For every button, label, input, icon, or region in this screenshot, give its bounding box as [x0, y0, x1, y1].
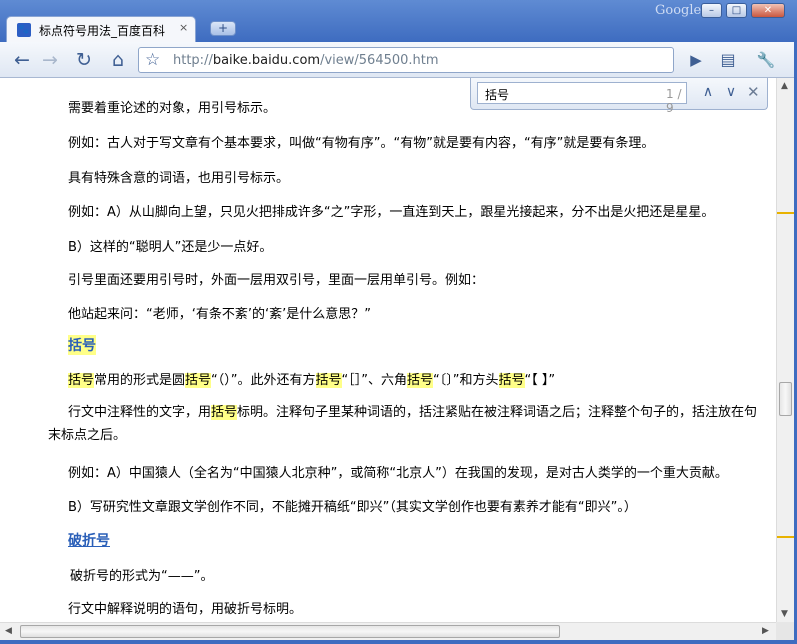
scroll-up-arrow-icon[interactable]: ▲: [781, 81, 788, 91]
url-host: baike.baidu.com: [212, 53, 321, 68]
paragraph: 他站起来问：“老师，‘有条不紊’的‘紊’是什么意思？”: [68, 307, 371, 322]
reload-button[interactable]: ↻: [70, 47, 98, 73]
tab-title: 标点符号用法_百度百科: [39, 24, 166, 38]
paragraph: 需要着重论述的对象，用引号标示。: [68, 101, 277, 116]
vertical-scrollbar[interactable]: ▲ ▼: [776, 78, 794, 622]
url-text[interactable]: http://baike.baidu.com/view/564500.htm: [173, 53, 439, 68]
find-highlight: 括号: [315, 373, 342, 388]
paragraph: B）这样的“聪明人”还是少一点好。: [68, 240, 273, 255]
baidu-paw-icon: 🐾: [17, 23, 31, 37]
go-button[interactable]: ▶: [682, 47, 710, 73]
scroll-left-arrow-icon[interactable]: ◀: [5, 626, 12, 636]
url-scheme: http://: [173, 53, 213, 68]
forward-button[interactable]: →: [36, 47, 64, 73]
find-next-button[interactable]: ∨: [723, 84, 739, 100]
find-highlight: 括号: [211, 405, 238, 420]
paragraph: 行文中解释说明的语句，用破折号标明。: [68, 602, 303, 617]
vertical-scroll-thumb[interactable]: [779, 382, 792, 416]
text-run: “【 】”: [524, 373, 556, 388]
find-bar: 括号 1 / 9 ∧ ∨ ✕: [470, 78, 768, 115]
find-highlight: 括号: [498, 373, 525, 388]
find-match-count: 1 / 9: [666, 87, 682, 115]
find-highlight: 括号: [407, 373, 434, 388]
paragraph: 引号里面还要用引号时，外面一层用双引号，里面一层用单引号。例如：: [68, 273, 485, 288]
find-result-marker: [777, 212, 794, 214]
text-run: “［］”、六角: [341, 373, 408, 388]
find-highlight: 括号: [68, 373, 95, 388]
paragraph: 括号常用的形式是圆括号“（）”。此外还有方括号“［］”、六角括号“〔〕”和方头括…: [68, 369, 555, 388]
horizontal-scrollbar[interactable]: ◀ ▶: [0, 622, 776, 640]
find-highlight: 括号: [185, 373, 212, 388]
paragraph: 破折号的形式为“——”。: [70, 569, 214, 584]
toolbar: ← → ↻ ⌂ ☆ http://baike.baidu.com/view/56…: [0, 42, 797, 78]
url-path: /view/564500.htm: [320, 53, 439, 68]
find-query: 括号: [485, 88, 510, 102]
paragraph: 行文中注释性的文字，用括号标明。注释句子里某种词语的，括注紧贴在被注释词语之后；…: [48, 401, 763, 447]
back-button[interactable]: ←: [8, 47, 36, 73]
address-bar[interactable]: ☆ http://baike.baidu.com/view/564500.htm: [138, 47, 674, 73]
text-run: 常用的形式是圆: [94, 373, 186, 388]
find-previous-button[interactable]: ∧: [700, 84, 716, 100]
paragraph: 具有特殊含意的词语，也用引号标示。: [68, 171, 290, 186]
brand-label: Google: [655, 3, 702, 18]
section-heading-dash[interactable]: 破折号: [68, 530, 110, 550]
find-close-button[interactable]: ✕: [747, 83, 760, 101]
bookmark-star-icon[interactable]: ☆: [145, 50, 160, 70]
minimize-button[interactable]: –: [701, 3, 722, 18]
scroll-right-arrow-icon[interactable]: ▶: [762, 626, 769, 636]
close-window-button[interactable]: ✕: [751, 3, 785, 18]
page-menu-icon[interactable]: ▤: [714, 47, 742, 73]
home-button[interactable]: ⌂: [104, 47, 132, 73]
paragraph: 例如：古人对于写文章有个基本要求，叫做“有物有序”。“有物”就是要有内容，“有序…: [68, 136, 655, 151]
section-heading-brackets: 括号: [68, 335, 96, 355]
paragraph: B）写研究性文章跟文学创作不同，不能摊开稿纸“即兴”（其实文学创作也要有素养才能…: [68, 500, 637, 515]
find-result-marker: [777, 536, 794, 538]
text-run: “（）”。此外还有方: [211, 373, 316, 388]
new-tab-button[interactable]: +: [210, 21, 236, 36]
horizontal-scroll-thumb[interactable]: [20, 625, 560, 638]
page-content: 需要着重论述的对象，用引号标示。 例如：古人对于写文章有个基本要求，叫做“有物有…: [0, 78, 776, 622]
tab-active[interactable]: 🐾 标点符号用法_百度百科 ×: [6, 16, 196, 42]
scroll-down-arrow-icon[interactable]: ▼: [781, 609, 788, 619]
scrollbar-corner: [776, 622, 794, 640]
paragraph: 例如：A）中国猿人（全名为“中国猿人北京种”，或简称“北京人”）在我国的发现，是…: [68, 466, 728, 481]
text-run: “〔〕”和方头: [433, 373, 499, 388]
find-input[interactable]: 括号 1 / 9: [477, 82, 687, 115]
paragraph: 例如：A）从山脚向上望，只见火把排成许多“之”字形，一直连到天上，跟星光接起来，…: [68, 205, 715, 220]
window-frame-bottom: [0, 640, 797, 644]
title-bar[interactable]: Google – □ ✕ 🐾 标点符号用法_百度百科 × +: [0, 0, 797, 42]
maximize-button[interactable]: □: [726, 3, 747, 18]
text-run: 行文中注释性的文字，用: [68, 405, 212, 420]
wrench-menu-icon[interactable]: 🔧: [752, 47, 780, 73]
tab-close-icon[interactable]: ×: [179, 21, 188, 34]
